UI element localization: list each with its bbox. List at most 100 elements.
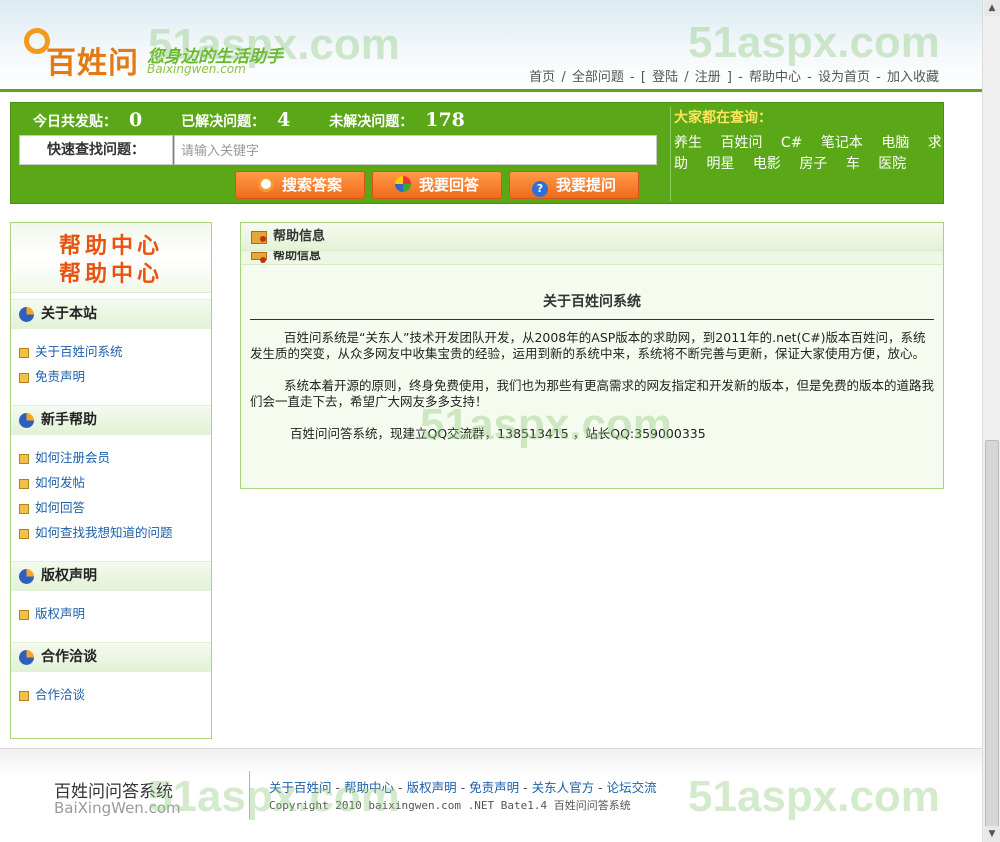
- nav-set-homepage[interactable]: 设为首页: [818, 70, 870, 85]
- footer-link-disclaimer[interactable]: 免责声明: [469, 780, 519, 795]
- nav-help-center[interactable]: 帮助中心: [749, 70, 801, 85]
- hot-tag[interactable]: 百姓问: [720, 135, 762, 151]
- sidebar-link-answer[interactable]: 如何回答: [19, 495, 211, 520]
- search-answer-button[interactable]: 搜索答案: [235, 171, 365, 199]
- question-mark-icon: ?: [531, 181, 548, 197]
- quick-search-label: 快速查找问题：: [19, 135, 173, 165]
- site-header: 百姓问 您身边的生活助手 Baixingwen.com 首页 / 全部问题 - …: [0, 0, 982, 92]
- unsolved-label: 未解决问题：: [329, 114, 414, 130]
- solved-label: 已解决问题：: [181, 114, 266, 130]
- today-posts-count: 0: [129, 109, 143, 131]
- sidebar-link-post[interactable]: 如何发帖: [19, 470, 211, 495]
- article-title: 关于百姓问系统: [543, 294, 641, 310]
- nav-sep: -: [876, 70, 881, 85]
- site-slogan-sub: Baixingwen.com: [147, 62, 246, 76]
- unsolved-count: 178: [425, 109, 465, 131]
- sidebar-link-find-question[interactable]: 如何查找我想知道的问题: [19, 520, 211, 545]
- footer-sep: -: [523, 780, 528, 795]
- sidebar-header: 帮助中心 帮助中心: [11, 223, 211, 293]
- panel-title-reflection: 帮助信息: [273, 251, 322, 262]
- footer-copyright: Copyright 2010 baixingwen.com .NET Bate1…: [269, 799, 631, 812]
- page-scrollbar[interactable]: ▲ ▼: [982, 0, 1000, 842]
- panel-title: 帮助信息: [273, 229, 326, 244]
- hot-search-box: 大家都在查询： 养生 百姓问 C# 笔记本 电脑 求助 明星 电影 房子 车 医…: [674, 107, 944, 175]
- hot-tag[interactable]: 明星: [706, 156, 734, 172]
- footer-link-help[interactable]: 帮助中心: [344, 780, 394, 795]
- article-body: 百姓问系统是“关东人”技术开发团队开发，从2008年的ASP版本的求助网，到20…: [241, 320, 943, 442]
- colorful-ball-icon: [394, 176, 411, 192]
- section-about-list: 关于百姓问系统 免责声明: [11, 329, 211, 399]
- contact-info: 百姓问问答系统，现建立QQ交流群，138513415 ，站长QQ:3590003…: [290, 426, 706, 441]
- footer-link-forum[interactable]: 论坛交流: [607, 780, 657, 795]
- scroll-down-arrow-icon[interactable]: ▼: [984, 826, 1000, 842]
- nav-home[interactable]: 首页: [529, 70, 555, 85]
- hot-tag[interactable]: 房子: [799, 156, 827, 172]
- nav-sep: -: [807, 70, 812, 85]
- hot-tag[interactable]: 电脑: [881, 135, 909, 151]
- footer-sep: -: [335, 780, 341, 795]
- answer-button[interactable]: 我要回答: [372, 171, 502, 199]
- section-copyright-list: 版权声明: [11, 591, 211, 636]
- help-content-panel: 帮助信息 帮助信息 关于百姓问系统 百姓问系统是“关东人”技术开发团队开发，从2…: [240, 222, 944, 489]
- ask-question-label: 我要提问: [555, 176, 616, 194]
- pie-chart-icon: [19, 650, 34, 665]
- search-panel: 今日共发贴： 0 已解决问题： 4 未解决问题： 178 快速查找问题： 请输入关键字…: [10, 102, 944, 204]
- nav-sep: /: [684, 70, 689, 85]
- footer-sep: -: [598, 780, 603, 795]
- section-copyright: 版权声明: [11, 561, 211, 591]
- logo-text: 百姓问: [46, 46, 139, 81]
- hot-tag[interactable]: 车: [846, 156, 860, 172]
- sidebar-title: 帮助中心: [58, 234, 163, 259]
- section-newbie-help: 新手帮助: [11, 405, 211, 435]
- hot-tag[interactable]: 养生: [674, 135, 702, 151]
- sidebar-title-reflection: 帮助中心: [58, 262, 163, 287]
- pie-chart-icon: [19, 307, 34, 322]
- article-paragraph: 系统本着开源的原则，终身免费使用，我们也为那些有更高需求的网友指定和开发新的版本…: [250, 378, 935, 409]
- nav-sep: -: [738, 70, 743, 85]
- search-icon: [257, 176, 274, 192]
- nav-add-favorite[interactable]: 加入收藏: [887, 70, 939, 85]
- scrollbar-thumb[interactable]: [985, 440, 999, 830]
- sidebar-link-disclaimer[interactable]: 免责声明: [19, 364, 211, 389]
- nav-sep: /: [561, 70, 566, 85]
- top-nav: 首页 / 全部问题 - [ 登陆 / 注册 ] - 帮助中心 - 设为首页 - …: [528, 66, 940, 85]
- section-title: 合作洽谈: [41, 649, 97, 665]
- stats-row: 今日共发贴： 0 已解决问题： 4 未解决问题： 178: [33, 109, 499, 131]
- sidebar-link-about-system[interactable]: 关于百姓问系统: [19, 339, 211, 364]
- hot-tag[interactable]: 笔记本: [821, 135, 863, 151]
- search-divider: [670, 107, 671, 201]
- hot-search-tags: 养生 百姓问 C# 笔记本 电脑 求助 明星 电影 房子 车 医院: [674, 133, 944, 175]
- sidebar-link-register[interactable]: 如何注册会员: [19, 445, 211, 470]
- nav-login[interactable]: 登陆: [652, 70, 678, 85]
- scroll-up-arrow-icon[interactable]: ▲: [984, 0, 1000, 16]
- article-paragraph: 百姓问系统是“关东人”技术开发团队开发，从2008年的ASP版本的求助网，到20…: [250, 330, 926, 361]
- footer-link-official[interactable]: 关东人官方: [532, 780, 595, 795]
- panel-header: 帮助信息: [241, 223, 943, 251]
- nav-bracket: [: [640, 70, 646, 85]
- hot-tag[interactable]: 医院: [878, 156, 906, 172]
- pie-chart-icon: [19, 569, 34, 584]
- pie-chart-icon: [19, 413, 34, 428]
- nav-bracket: ]: [726, 70, 732, 85]
- nav-register[interactable]: 注册: [695, 70, 721, 85]
- hot-tag[interactable]: C#: [781, 135, 803, 151]
- hot-search-title: 大家都在查询：: [674, 110, 772, 126]
- footer-link-copyright[interactable]: 版权声明: [407, 780, 457, 795]
- sidebar-link-copyright[interactable]: 版权声明: [19, 601, 211, 626]
- footer-links: 关于百姓问 - 帮助中心 - 版权声明 - 免责声明 - 关东人官方 - 论坛交流: [269, 777, 657, 796]
- nav-sep: -: [630, 70, 635, 85]
- info-flag-icon: [251, 252, 267, 263]
- sidebar-link-cooperation[interactable]: 合作洽谈: [19, 682, 211, 707]
- hot-tag[interactable]: 电影: [753, 156, 781, 172]
- ask-question-button[interactable]: ? 我要提问: [509, 171, 639, 199]
- site-footer: 百姓问问答系统 BaiXingWen.com 关于百姓问 - 帮助中心 - 版权声明 - 免…: [0, 748, 982, 842]
- help-sidebar: 帮助中心 帮助中心 关于本站 关于百姓问系统 免责声明 新手帮助 如何注册会员 …: [10, 222, 212, 739]
- info-flag-icon: [251, 231, 267, 244]
- section-cooperation: 合作洽谈: [11, 642, 211, 672]
- section-title: 版权声明: [41, 568, 97, 584]
- footer-link-about[interactable]: 关于百姓问: [269, 780, 332, 795]
- footer-logo-sub: BaiXingWen.com: [54, 799, 181, 817]
- nav-all-questions[interactable]: 全部问题: [572, 70, 624, 85]
- search-input[interactable]: 请输入关键字: [174, 135, 657, 165]
- section-newbie-list: 如何注册会员 如何发帖 如何回答 如何查找我想知道的问题: [11, 435, 211, 555]
